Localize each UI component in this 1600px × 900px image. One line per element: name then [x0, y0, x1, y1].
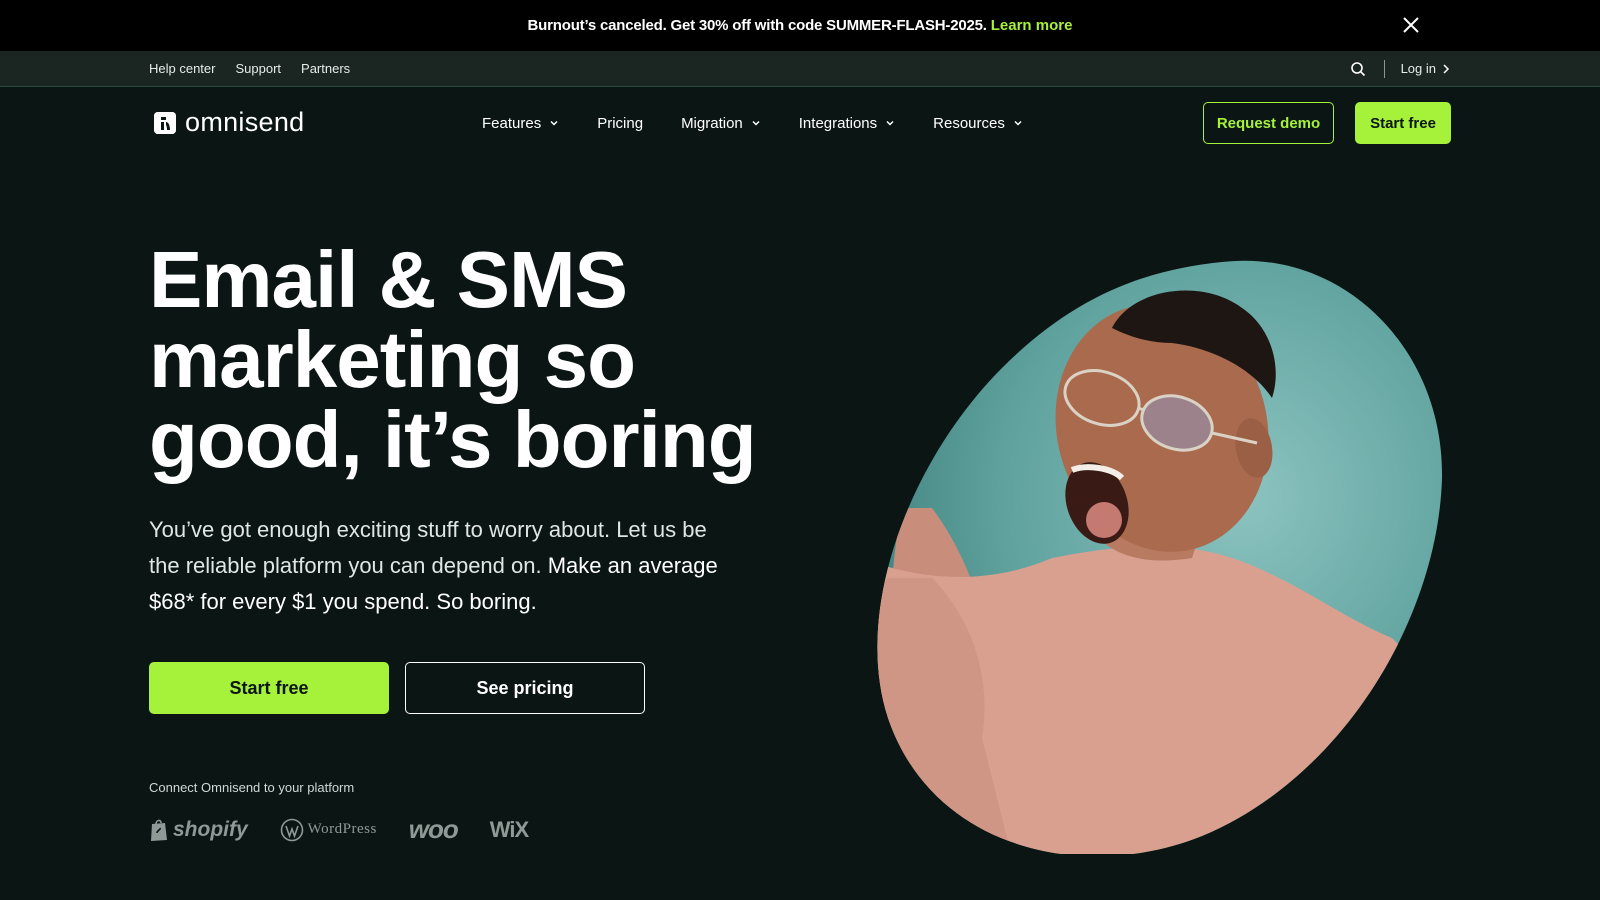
start-free-hero-button[interactable]: Start free	[149, 662, 389, 714]
nav-item-features[interactable]: Features	[482, 115, 559, 132]
utility-divider	[1383, 59, 1385, 78]
utility-actions: Log in	[1350, 51, 1450, 86]
nav-item-label: Pricing	[597, 114, 644, 132]
nav-item-pricing[interactable]: Pricing	[597, 115, 643, 132]
nav-item-label: Resources	[933, 114, 1005, 132]
chevron-down-icon	[1014, 120, 1022, 126]
hero-photo-illustration	[877, 260, 1443, 857]
start-free-nav-button[interactable]: Start free	[1355, 102, 1451, 144]
chevron-down-icon	[550, 120, 558, 126]
hero-image	[872, 258, 1444, 857]
wix-logo: WiX	[489, 816, 529, 842]
nav-item-migration[interactable]: Migration	[681, 115, 761, 132]
help-center-link[interactable]: Help center	[149, 61, 215, 76]
hero-subheading: You’ve got enough exciting stuff to worr…	[149, 512, 729, 620]
promo-bar: Burnout’s canceled. Get 30% off with cod…	[0, 0, 1600, 51]
support-link[interactable]: Support	[235, 61, 281, 76]
login-label: Log in	[1400, 61, 1436, 76]
promo-text: Burnout’s canceled. Get 30% off with cod…	[527, 17, 987, 34]
logo-text: omnisend	[185, 107, 305, 137]
wordpress-wordmark: WordPress	[307, 821, 377, 837]
search-icon[interactable]	[1350, 61, 1366, 77]
promo-learn-more-link[interactable]: Learn more	[991, 17, 1073, 34]
logo[interactable]: omnisend	[154, 107, 304, 138]
nav-item-label: Migration	[681, 114, 743, 132]
utility-links: Help center Support Partners	[149, 51, 350, 86]
wordpress-logo: WordPress	[280, 818, 377, 842]
nav-item-label: Features	[482, 114, 542, 132]
headline-line-2: marketing so	[149, 315, 636, 404]
shopify-logo: shopify	[149, 818, 248, 842]
partners-link[interactable]: Partners	[301, 61, 350, 76]
connect-platform-label: Connect Omnisend to your platform	[149, 780, 355, 795]
chevron-down-icon	[752, 120, 760, 126]
shopify-bag-icon	[151, 819, 167, 841]
nav-item-integrations[interactable]: Integrations	[799, 115, 895, 132]
request-demo-button[interactable]: Request demo	[1203, 102, 1334, 144]
omnisend-logo-icon	[154, 111, 176, 134]
hero-headline: Email & SMS marketing so good, it’s bori…	[149, 240, 829, 480]
nav-items: Features Pricing Migration Integrations …	[482, 87, 1023, 159]
nav-item-resources[interactable]: Resources	[933, 115, 1023, 132]
close-icon[interactable]	[1400, 14, 1422, 36]
login-link[interactable]: Log in	[1401, 61, 1450, 76]
chevron-right-icon	[1443, 63, 1450, 74]
platform-logos: shopify WordPress woo WiX	[149, 814, 529, 845]
see-pricing-button[interactable]: See pricing	[405, 662, 645, 714]
utility-bar: Help center Support Partners Log in	[0, 51, 1600, 87]
woo-logo: woo	[408, 814, 459, 844]
headline-line-3: good, it’s boring	[149, 395, 757, 484]
nav-item-label: Integrations	[798, 114, 878, 132]
main-nav: omnisend Features Pricing Migration Inte…	[0, 87, 1600, 159]
headline-line-1: Email & SMS	[149, 235, 628, 324]
wordpress-icon	[280, 818, 303, 841]
shopify-wordmark: shopify	[173, 817, 248, 841]
chevron-down-icon	[886, 120, 894, 126]
